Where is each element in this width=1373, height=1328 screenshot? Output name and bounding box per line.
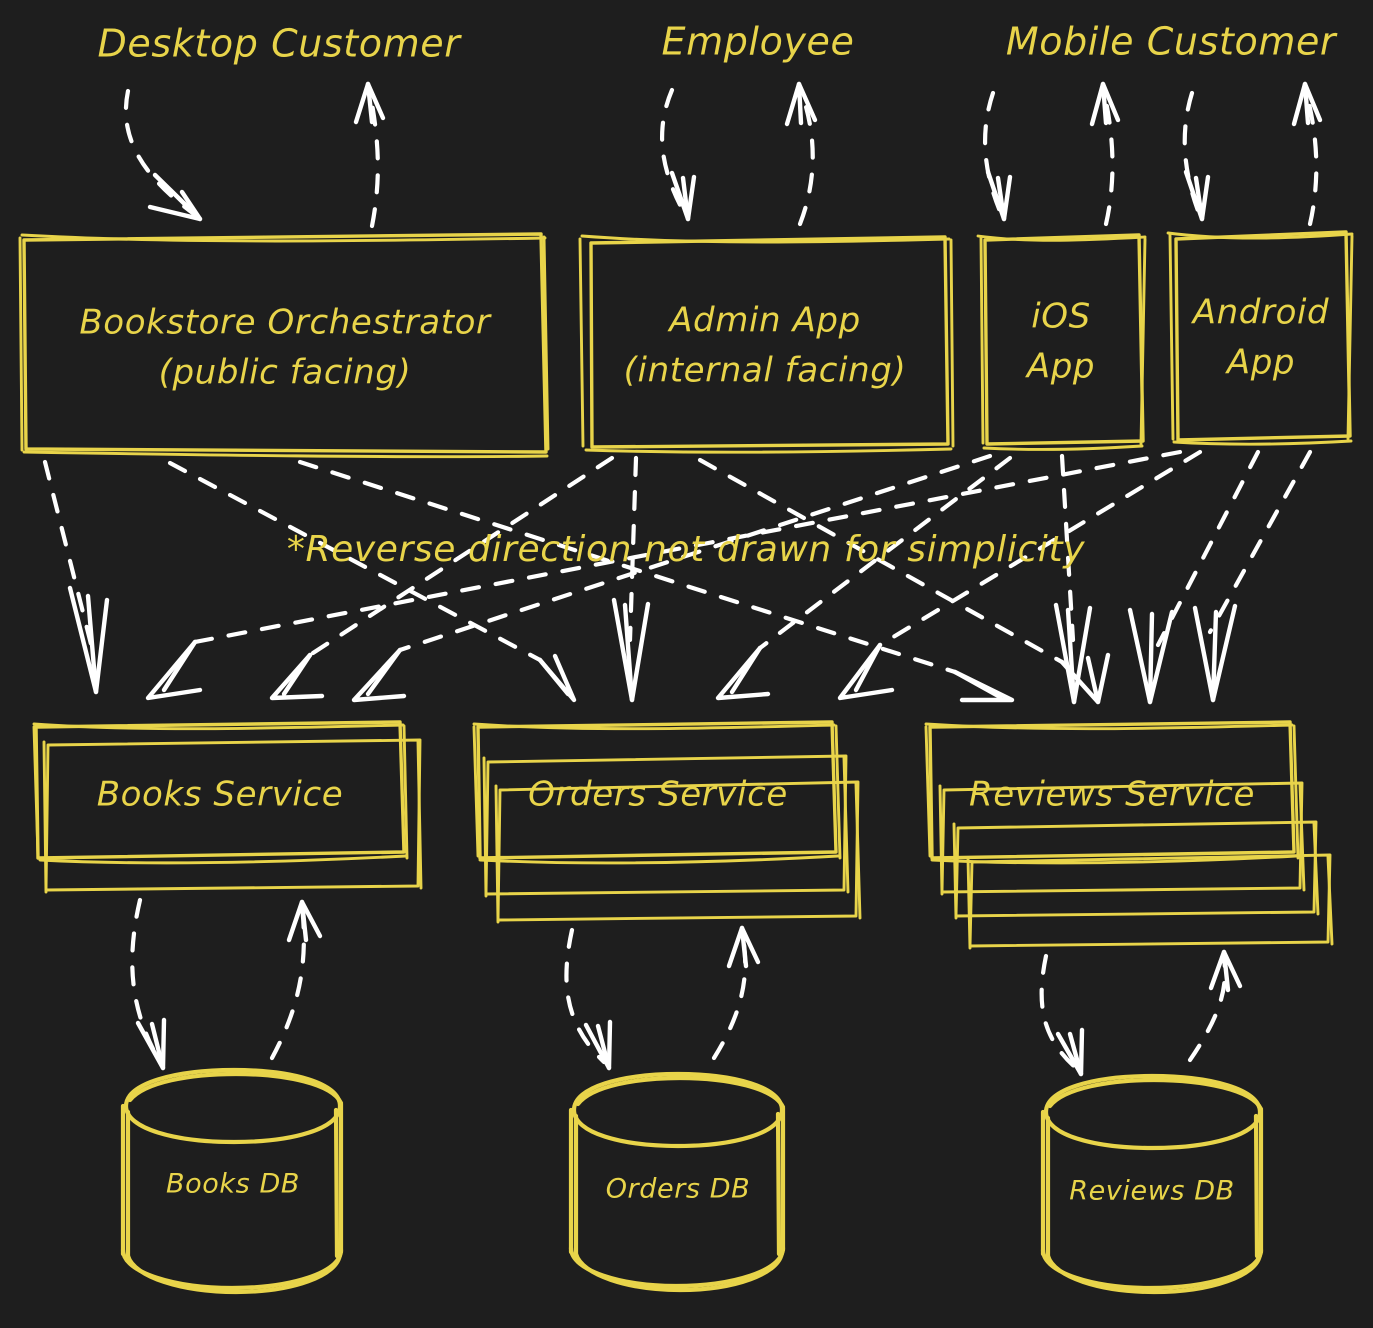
service-box-reviews-service[interactable]: Reviews Service [924, 720, 1336, 950]
connector-admin-to-books [269, 455, 615, 701]
service-box-orders-service[interactable]: Orders Service [472, 720, 864, 925]
diagram-note: *Reverse direction not drawn for simplic… [287, 529, 1085, 570]
actor-employee: Employee [661, 20, 854, 64]
connector-orchestrator-to-reviews [297, 459, 1015, 703]
diagram-canvas: Desktop Customer Employee Mobile Custome… [0, 0, 1373, 1328]
connector-reviews-service-to-reviews-db [1039, 949, 1243, 1077]
client-box-admin-app[interactable]: Admin App (internal facing) [578, 234, 955, 454]
connector-admin-to-reviews [697, 457, 1111, 705]
connector-ios-to-books [351, 453, 993, 703]
client-box-ios-app[interactable]: iOS App [976, 233, 1148, 451]
actor-mobile-customer: Mobile Customer [1006, 20, 1338, 64]
connector-orders-service-to-orders-db [564, 925, 761, 1071]
note-text: *Reverse direction not drawn for simplic… [287, 529, 1085, 570]
actor-desktop-customer: Desktop Customer [98, 22, 463, 66]
database-reviews-db[interactable]: Reviews DB [1040, 1073, 1264, 1295]
database-orders-db[interactable]: Orders DB [568, 1071, 786, 1293]
connector-employee-to-admin-app [660, 81, 818, 227]
connector-mobile-to-android-app [1182, 81, 1323, 227]
actor-label-mobile-customer: Mobile Customer [1006, 20, 1338, 64]
database-books-db[interactable]: Books DB [120, 1067, 344, 1295]
actor-label-desktop-customer: Desktop Customer [98, 22, 463, 66]
connector-books-service-to-books-db [130, 897, 323, 1071]
connector-mobile-to-ios-app [982, 81, 1121, 227]
connector-desktop-to-orchestrator [123, 81, 386, 229]
client-box-bookstore-orchestrator[interactable]: Bookstore Orchestrator (public facing) [18, 232, 550, 459]
client-box-android-app[interactable]: Android App [1166, 230, 1354, 446]
service-box-books-service[interactable]: Books Service [32, 720, 424, 895]
actor-label-employee: Employee [661, 20, 854, 64]
connector-orchestrator-to-books [42, 459, 110, 695]
connector-ios-to-reviews [1053, 453, 1093, 705]
connector-android-to-reviews-alt [1192, 449, 1313, 703]
